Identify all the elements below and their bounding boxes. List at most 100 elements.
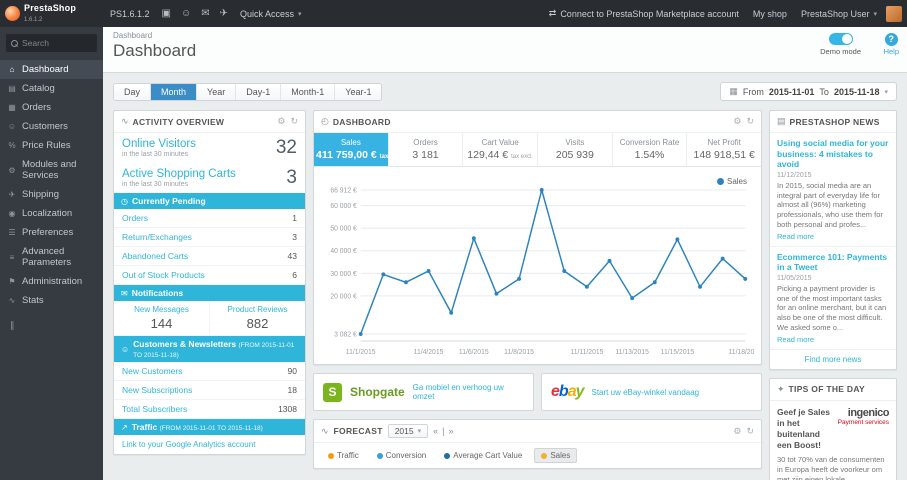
- administration-icon: ⚑: [8, 277, 16, 286]
- sidebar-item-advanced-parameters[interactable]: ≡ Advanced Parameters: [0, 242, 103, 272]
- gear-icon[interactable]: ⚙: [733, 426, 741, 437]
- sidebar-item-localization[interactable]: ◉ Localization: [0, 204, 103, 223]
- product-reviews-cell[interactable]: Product Reviews 882: [210, 301, 305, 335]
- forecast-year-select[interactable]: 2015 ▾: [387, 424, 429, 438]
- search-input[interactable]: [22, 38, 92, 48]
- orders-icon: ▦: [8, 103, 16, 112]
- demo-mode-control: Demo mode: [820, 33, 861, 56]
- period-month-1-button[interactable]: Month-1: [281, 83, 336, 100]
- forecast-icon: ∿: [321, 425, 329, 436]
- total-subscribers-row: Total Subscribers 1308: [114, 400, 305, 419]
- news-article-date: 11/05/2015: [777, 274, 812, 282]
- svg-text:30 000 €: 30 000 €: [330, 271, 357, 278]
- sidebar-item-preferences[interactable]: ☰ Preferences: [0, 223, 103, 242]
- chevron-down-icon: ▾: [417, 428, 422, 435]
- period-day-1-button[interactable]: Day-1: [236, 83, 282, 100]
- avatar[interactable]: [886, 5, 902, 22]
- localization-icon: ◉: [8, 209, 16, 218]
- find-more-news-link[interactable]: Find more news: [770, 350, 896, 369]
- forecast-legend-sales[interactable]: Sales: [534, 448, 578, 463]
- user-menu[interactable]: PrestaShop User ▾: [794, 0, 884, 27]
- sidebar-item-dashboard[interactable]: ⌂ Dashboard: [0, 60, 103, 79]
- sidebar-collapse-icon[interactable]: ∥: [10, 320, 103, 331]
- ebay-link[interactable]: Start uw eBay-winkel vandaag: [592, 388, 700, 397]
- sidebar-item-customers[interactable]: ☺ Customers: [0, 117, 103, 136]
- kpi-cart-value[interactable]: Cart Value 129,44 € tax excl.: [463, 133, 539, 166]
- person-icon: ☺: [121, 344, 130, 354]
- forecast-legend-traffic[interactable]: Traffic: [322, 449, 365, 462]
- forecast-legend: Traffic Conversion Average Cart Value Sa…: [314, 443, 761, 468]
- expertise-icon[interactable]: ✈: [215, 8, 233, 19]
- sales-dot-icon: [541, 452, 548, 459]
- messages-icon[interactable]: ✉: [196, 8, 214, 19]
- quick-access-menu[interactable]: Quick Access ▾: [233, 0, 309, 27]
- news-article-title[interactable]: Ecommerce 101: Payments in a Tweet: [777, 252, 889, 273]
- kpi-orders[interactable]: Orders 3 181: [389, 133, 464, 166]
- sidebar-item-shipping[interactable]: ✈ Shipping: [0, 185, 103, 204]
- news-article-excerpt: Picking a payment provider is one of the…: [777, 283, 887, 332]
- sales-legend-dot: [716, 178, 724, 185]
- refresh-icon[interactable]: ↻: [746, 116, 754, 127]
- new-messages-cell[interactable]: New Messages 144: [114, 301, 210, 335]
- arrow-up-icon: ↗: [121, 422, 128, 432]
- kpi-row: Sales 411 759,00 € tax excl. Orders 3 18…: [314, 133, 761, 167]
- forecast-legend-conversion[interactable]: Conversion: [371, 449, 432, 462]
- sidebar-item-administration[interactable]: ⚑ Administration: [0, 272, 103, 291]
- sidebar-item-modules[interactable]: ⚙ Modules and Services: [0, 155, 103, 185]
- kpi-net-profit[interactable]: Net Profit 148 918,51 €: [687, 133, 761, 166]
- search-icon: [11, 39, 18, 47]
- help-label[interactable]: Help: [884, 47, 899, 56]
- page-header: Dashboard Dashboard Demo mode ? Help: [103, 27, 907, 73]
- customers-icon[interactable]: ☺: [176, 8, 196, 19]
- forecast-legend-average-cart-value[interactable]: Average Cart Value: [438, 449, 528, 462]
- kpi-conversion-rate[interactable]: Conversion Rate 1.54%: [613, 133, 688, 166]
- shopgate-link[interactable]: Ga mobiel en verhoog uw omzet: [413, 383, 524, 401]
- svg-text:11/11/2015: 11/11/2015: [570, 349, 603, 356]
- sidebar: ⌂ Dashboard ▤ Catalog ▦ Orders ☺ Custome…: [0, 27, 103, 480]
- marketplace-connect-link[interactable]: ⇄ Connect to PrestaShop Marketplace acco…: [542, 0, 746, 27]
- period-day-button[interactable]: Day: [114, 83, 152, 100]
- modules-icon: ⚙: [8, 165, 16, 175]
- sidebar-item-stats[interactable]: ∿ Stats: [0, 291, 103, 310]
- active-carts-link[interactable]: Active Shopping Carts: [122, 168, 236, 180]
- demo-mode-toggle[interactable]: [828, 33, 853, 45]
- google-analytics-link[interactable]: Link to your Google Analytics account: [114, 435, 305, 454]
- forecast-panel: ∿ FORECAST 2015 ▾ « | » ⚙ ↻ Traffic Conv…: [313, 419, 762, 469]
- my-shop-link[interactable]: My shop: [746, 0, 794, 27]
- next-year-icon[interactable]: »: [449, 426, 454, 436]
- currently-pending-header: ◷ Currently Pending: [114, 193, 305, 209]
- app-logo[interactable]: PrestaShop 1.6.1.2: [0, 0, 103, 27]
- help-icon[interactable]: ?: [884, 33, 898, 46]
- active-carts-stat: Active Shopping Carts in the last 30 min…: [122, 167, 297, 188]
- read-more-link[interactable]: Read more: [777, 335, 889, 344]
- online-visitors-link[interactable]: Online Visitors: [122, 138, 196, 150]
- sidebar-search[interactable]: [6, 34, 97, 52]
- nav-divider: |: [442, 426, 445, 436]
- prev-year-icon[interactable]: «: [433, 426, 438, 436]
- read-more-link[interactable]: Read more: [777, 232, 889, 241]
- gear-icon[interactable]: ⚙: [733, 116, 741, 127]
- sidebar-item-catalog[interactable]: ▤ Catalog: [0, 79, 103, 98]
- sidebar-item-price-rules[interactable]: % Price Rules: [0, 136, 103, 155]
- date-range-picker[interactable]: ▦ From 2015-11-01 To 2015-11-18 ▾: [720, 82, 897, 101]
- page-title: Dashboard: [113, 41, 197, 60]
- activity-panel-title: ACTIVITY OVERVIEW: [132, 116, 225, 127]
- logo-version: 1.6.1.2: [24, 16, 43, 23]
- breadcrumb[interactable]: Dashboard: [113, 31, 897, 40]
- kpi-sales[interactable]: Sales 411 759,00 € tax excl.: [314, 133, 403, 166]
- period-year-1-button[interactable]: Year-1: [335, 83, 382, 100]
- sidebar-item-orders[interactable]: ▦ Orders: [0, 98, 103, 117]
- cart-icon[interactable]: ▣: [157, 8, 176, 19]
- gear-icon[interactable]: ⚙: [277, 116, 285, 127]
- refresh-icon[interactable]: ↻: [746, 426, 754, 437]
- tips-panel-title: TIPS OF THE DAY: [788, 384, 865, 395]
- demo-mode-label: Demo mode: [820, 47, 861, 56]
- period-month-button[interactable]: Month: [151, 83, 198, 100]
- new-customers-row: New Customers 90: [114, 362, 305, 381]
- news-article-title[interactable]: Using social media for your business: 4 …: [777, 138, 889, 170]
- period-year-button[interactable]: Year: [197, 83, 237, 100]
- notifications-header: ✉ Notifications: [114, 285, 305, 301]
- kpi-visits[interactable]: Visits 205 939: [538, 133, 613, 166]
- svg-text:11/6/2015: 11/6/2015: [459, 349, 489, 356]
- refresh-icon[interactable]: ↻: [290, 116, 298, 127]
